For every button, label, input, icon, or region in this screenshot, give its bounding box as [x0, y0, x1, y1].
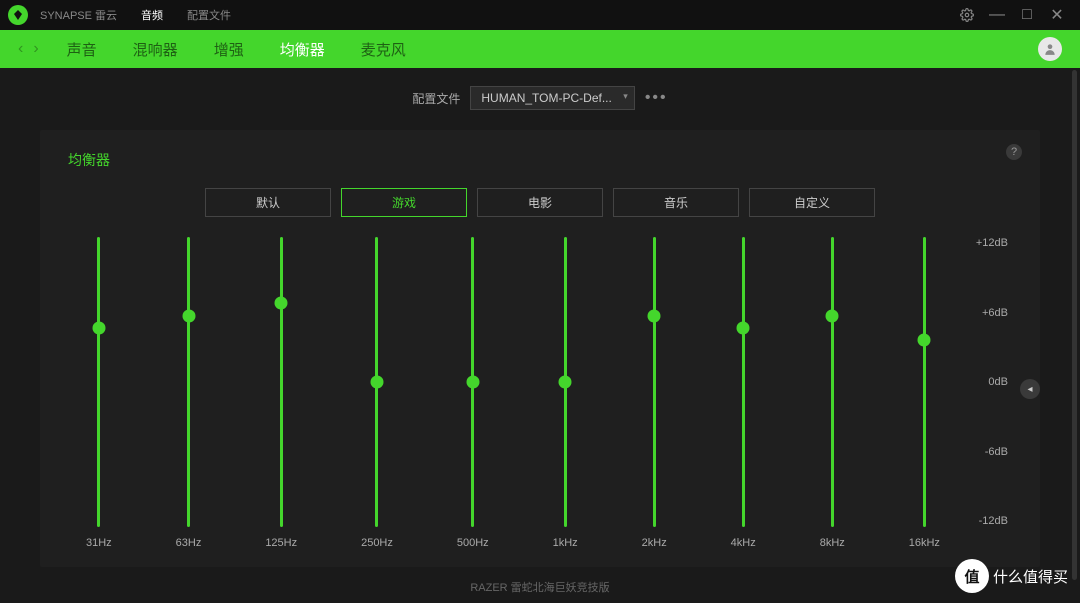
preset-4[interactable]: 自定义 — [749, 188, 875, 217]
eq-band-250Hz: 250Hz — [361, 237, 393, 549]
db-label: +6dB — [982, 307, 1008, 319]
freq-label: 16kHz — [909, 537, 940, 549]
eq-handle-8kHz[interactable] — [826, 309, 839, 322]
eq-slider-2kHz[interactable] — [653, 237, 656, 527]
freq-label: 125Hz — [265, 537, 297, 549]
eq-slider-8kHz[interactable] — [831, 237, 834, 527]
eq-band-16kHz: 16kHz — [909, 237, 940, 549]
eq-sliders: 31Hz 63Hz 125Hz 250Hz 500Hz 1kHz 2kHz 4kHz 8kHz 1… — [68, 237, 958, 549]
collapse-icon[interactable]: ◂ — [1020, 379, 1040, 399]
freq-label: 250Hz — [361, 537, 393, 549]
close-button[interactable]: ✕ — [1042, 0, 1072, 30]
app-name: SYNAPSE 雷云 — [40, 7, 117, 23]
user-avatar[interactable] — [1038, 37, 1062, 61]
db-label: +12dB — [976, 237, 1008, 249]
watermark-badge: 值 — [955, 559, 989, 593]
eq-slider-500Hz[interactable] — [471, 237, 474, 527]
profile-row: 配置文件 HUMAN_TOM-PC-Def... ••• — [40, 86, 1040, 110]
top-tab-0[interactable]: 音频 — [141, 10, 163, 22]
maximize-button[interactable]: □ — [1012, 0, 1042, 30]
nav-item-4[interactable]: 麦克风 — [361, 42, 406, 59]
freq-label: 500Hz — [457, 537, 489, 549]
panel-title: 均衡器 — [68, 150, 1012, 170]
eq-slider-250Hz[interactable] — [375, 237, 378, 527]
eq-band-1kHz: 1kHz — [553, 237, 578, 549]
watermark-text: 什么值得买 — [993, 566, 1068, 587]
minimize-button[interactable]: — — [982, 0, 1012, 30]
freq-label: 31Hz — [86, 537, 112, 549]
preset-2[interactable]: 电影 — [477, 188, 603, 217]
watermark: 值 什么值得买 — [955, 559, 1068, 593]
freq-label: 2kHz — [642, 537, 667, 549]
eq-slider-16kHz[interactable] — [923, 237, 926, 527]
freq-label: 63Hz — [176, 537, 202, 549]
eq-band-63Hz: 63Hz — [176, 237, 202, 549]
titlebar: SYNAPSE 雷云 音频 配置文件 — □ ✕ — [0, 0, 1080, 30]
nav-forward-icon[interactable]: › — [33, 40, 38, 58]
nav-item-1[interactable]: 混响器 — [133, 42, 178, 59]
eq-band-500Hz: 500Hz — [457, 237, 489, 549]
profile-more-icon[interactable]: ••• — [645, 89, 668, 107]
eq-slider-63Hz[interactable] — [187, 237, 190, 527]
footer-device-name: RAZER 雷蛇北海巨妖竞技版 — [0, 579, 1080, 595]
nav-item-3[interactable]: 均衡器 — [280, 42, 325, 59]
db-scale: +12dB +6dB 0dB -6dB -12dB — [958, 237, 1012, 527]
main-content: 配置文件 HUMAN_TOM-PC-Def... ••• 均衡器 ? 默认游戏电… — [0, 68, 1080, 567]
eq-handle-1kHz[interactable] — [559, 376, 572, 389]
eq-handle-63Hz[interactable] — [182, 309, 195, 322]
equalizer-panel: 均衡器 ? 默认游戏电影音乐自定义 31Hz 63Hz 125Hz 250Hz 500H… — [40, 130, 1040, 567]
profile-label: 配置文件 — [412, 90, 460, 107]
navbar: ‹ › 声音 混响器 增强 均衡器 麦克风 — [0, 30, 1080, 68]
preset-1[interactable]: 游戏 — [341, 188, 467, 217]
eq-handle-250Hz[interactable] — [370, 376, 383, 389]
settings-icon[interactable] — [952, 0, 982, 30]
eq-slider-1kHz[interactable] — [564, 237, 567, 527]
eq-band-125Hz: 125Hz — [265, 237, 297, 549]
nav-back-icon[interactable]: ‹ — [18, 40, 23, 58]
freq-label: 1kHz — [553, 537, 578, 549]
eq-slider-4kHz[interactable] — [742, 237, 745, 527]
freq-label: 4kHz — [731, 537, 756, 549]
eq-slider-125Hz[interactable] — [280, 237, 283, 527]
db-label: -12dB — [979, 515, 1008, 527]
eq-handle-16kHz[interactable] — [918, 333, 931, 346]
nav-item-0[interactable]: 声音 — [67, 42, 97, 59]
eq-handle-31Hz[interactable] — [92, 321, 105, 334]
freq-label: 8kHz — [820, 537, 845, 549]
eq-handle-4kHz[interactable] — [737, 321, 750, 334]
help-icon[interactable]: ? — [1006, 144, 1022, 160]
eq-band-2kHz: 2kHz — [642, 237, 667, 549]
eq-area: 31Hz 63Hz 125Hz 250Hz 500Hz 1kHz 2kHz 4kHz 8kHz 1… — [68, 237, 1012, 549]
eq-handle-2kHz[interactable] — [648, 309, 661, 322]
profile-select[interactable]: HUMAN_TOM-PC-Def... — [470, 86, 634, 110]
eq-band-31Hz: 31Hz — [86, 237, 112, 549]
preset-0[interactable]: 默认 — [205, 188, 331, 217]
db-label: 0dB — [988, 376, 1008, 388]
razer-logo-icon — [8, 5, 28, 25]
eq-handle-500Hz[interactable] — [466, 376, 479, 389]
eq-handle-125Hz[interactable] — [275, 297, 288, 310]
eq-slider-31Hz[interactable] — [97, 237, 100, 527]
eq-band-8kHz: 8kHz — [820, 237, 845, 549]
preset-row: 默认游戏电影音乐自定义 — [68, 188, 1012, 217]
top-tab-1[interactable]: 配置文件 — [187, 10, 231, 22]
eq-band-4kHz: 4kHz — [731, 237, 756, 549]
preset-3[interactable]: 音乐 — [613, 188, 739, 217]
nav-item-2[interactable]: 增强 — [214, 42, 244, 59]
scrollbar[interactable] — [1072, 70, 1077, 580]
db-label: -6dB — [985, 446, 1008, 458]
